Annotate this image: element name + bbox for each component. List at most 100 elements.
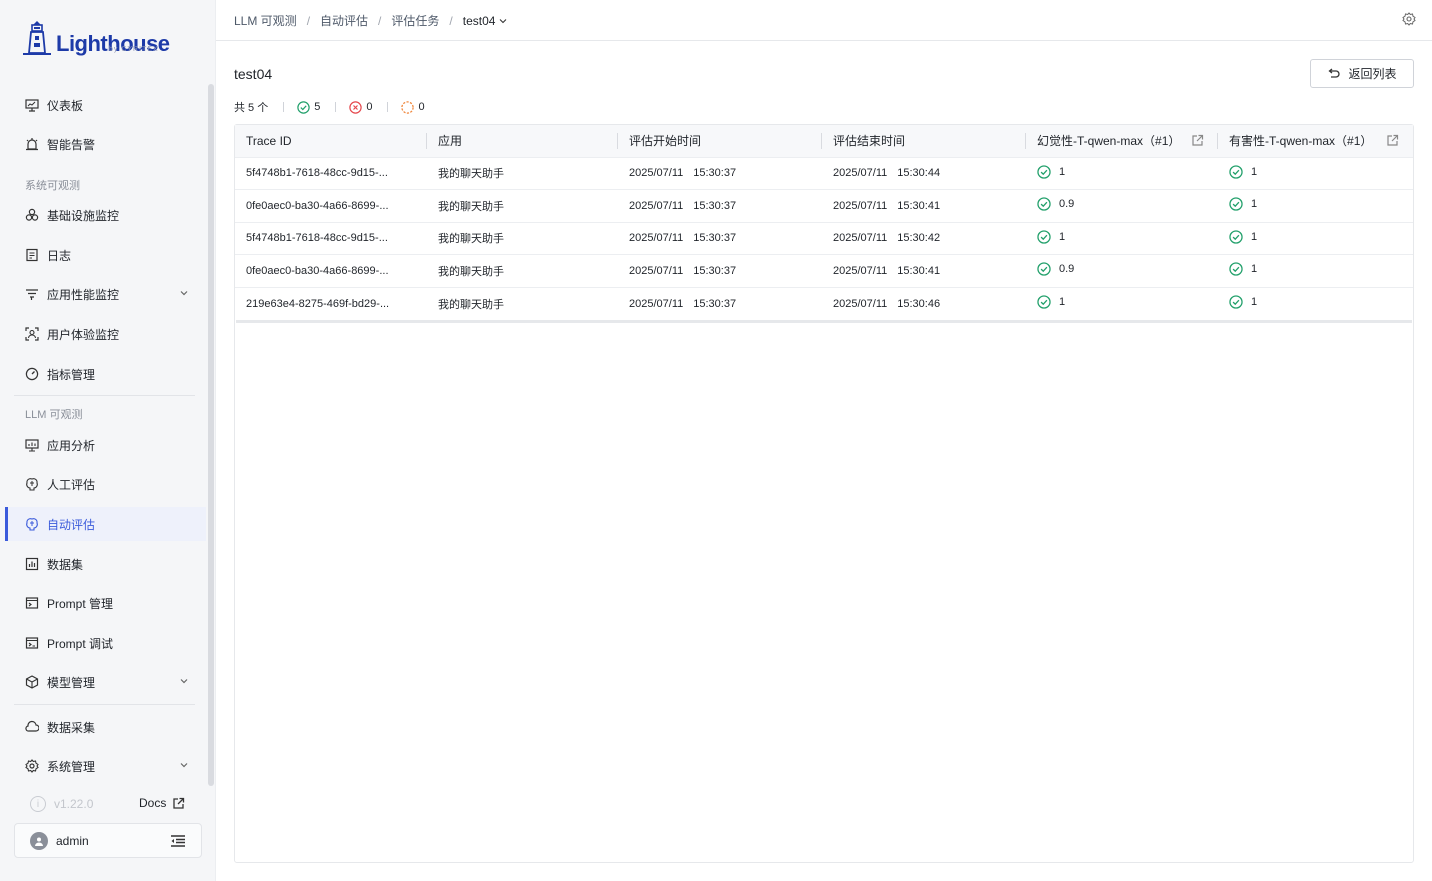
sidebar-item-prompt-debug[interactable]: Prompt 调试 bbox=[5, 626, 206, 660]
table-row[interactable]: 0fe0aec0-ba30-4a66-8699-... 我的聊天助手 2025/… bbox=[235, 254, 1413, 288]
sidebar-item-metrics[interactable]: 指标管理 bbox=[5, 357, 206, 391]
sidebar-item-data-collect[interactable]: 数据采集 bbox=[5, 710, 206, 744]
chevron-down-icon[interactable] bbox=[178, 675, 190, 687]
hallucination-score-cell[interactable]: 1 bbox=[1026, 287, 1218, 320]
sidebar-item-logs[interactable]: 日志 bbox=[5, 238, 206, 272]
gear-icon[interactable] bbox=[1402, 12, 1416, 26]
sidebar-item-infrastructure[interactable]: 基础设施监控 bbox=[5, 198, 206, 232]
pending-count-value: 0 bbox=[418, 101, 425, 113]
sidebar-scrollbar[interactable] bbox=[208, 84, 214, 786]
end-time-cell: 2025/07/11 15:30:41 bbox=[822, 255, 1026, 288]
table-row[interactable]: 5f4748b1-7618-48cc-9d15-... 我的聊天助手 2025/… bbox=[235, 157, 1413, 190]
table-row[interactable]: 0fe0aec0-ba30-4a66-8699-... 我的聊天助手 2025/… bbox=[235, 189, 1413, 223]
start-time-value: 15:30:37 bbox=[693, 297, 737, 310]
sidebar-item-label: 基础设施监控 bbox=[47, 208, 120, 223]
collect-icon bbox=[25, 720, 39, 734]
app-cell: 我的聊天助手 bbox=[427, 157, 618, 190]
app-value: 我的聊天助手 bbox=[438, 298, 504, 311]
s2-value: 1 bbox=[1251, 263, 1258, 276]
prompt-debug-icon bbox=[25, 636, 39, 650]
breadcrumb-item[interactable]: LLM 可观测 bbox=[234, 12, 297, 29]
brain-icon bbox=[25, 477, 39, 491]
column-header-hallucination: 幻觉性-T-qwen-max（#1） bbox=[1026, 125, 1218, 157]
sidebar-item-rum[interactable]: 用户体验监控 bbox=[5, 317, 206, 351]
harmfulness-score-cell[interactable]: 1 bbox=[1218, 157, 1413, 190]
logo[interactable]: Lighthouse by CYRITEX bbox=[22, 20, 170, 56]
sidebar-item-dataset[interactable]: 数据集 bbox=[5, 547, 206, 581]
app-cell: 我的聊天助手 bbox=[427, 287, 618, 320]
top-bar: LLM 可观测 / 自动评估 / 评估任务 / test04 bbox=[216, 0, 1432, 41]
back-to-list-button[interactable]: 返回列表 bbox=[1310, 59, 1414, 88]
start-time-value: 15:30:37 bbox=[693, 232, 737, 245]
hallucination-score-cell[interactable]: 1 bbox=[1026, 157, 1218, 190]
start-time-cell: 2025/07/11 15:30:37 bbox=[618, 255, 822, 288]
end-time-value: 15:30:44 bbox=[897, 167, 941, 180]
harmfulness-score-cell[interactable]: 1 bbox=[1218, 255, 1413, 288]
table-footer-line bbox=[236, 319, 1412, 323]
sidebar-item-manual-eval[interactable]: 人工评估 bbox=[5, 467, 206, 501]
trace-id-cell[interactable]: 5f4748b1-7618-48cc-9d15-... bbox=[235, 222, 427, 255]
harmfulness-score-cell[interactable]: 1 bbox=[1218, 287, 1413, 320]
s2-value: 1 bbox=[1251, 198, 1258, 211]
log-icon bbox=[25, 248, 39, 262]
sidebar-item-label: 自动评估 bbox=[47, 517, 96, 532]
start-date-value: 2025/07/11 bbox=[629, 199, 684, 212]
check-circle-icon bbox=[297, 100, 310, 114]
docs-label: Docs bbox=[139, 796, 167, 810]
trace-id-cell[interactable]: 0fe0aec0-ba30-4a66-8699-... bbox=[235, 255, 427, 288]
user-menu[interactable]: admin bbox=[14, 823, 202, 858]
summary-bar: 共 5 个 5 0 0 bbox=[234, 99, 425, 115]
divider bbox=[387, 102, 389, 112]
sidebar-item-app-analysis[interactable]: 应用分析 bbox=[5, 428, 206, 462]
trace-value: 0fe0aec0-ba30-4a66-8699-... bbox=[246, 199, 389, 212]
sidebar-item-label: 应用分析 bbox=[47, 438, 96, 453]
sidebar-item-label: Prompt 管理 bbox=[47, 596, 114, 611]
sidebar-item-apm[interactable]: 应用性能监控 bbox=[5, 277, 206, 311]
hallucination-score-cell[interactable]: 1 bbox=[1026, 222, 1218, 255]
docs-link[interactable]: Docs bbox=[139, 796, 185, 810]
column-header-end-time: 评估结束时间 bbox=[822, 125, 1026, 157]
user-scan-icon bbox=[25, 327, 39, 341]
sidebar-item-model-manage[interactable]: 模型管理 bbox=[5, 665, 206, 699]
cluster-icon bbox=[25, 208, 39, 222]
external-link-icon[interactable] bbox=[1386, 134, 1399, 147]
alarm-icon bbox=[25, 137, 39, 151]
hallucination-score-cell[interactable]: 0.9 bbox=[1026, 190, 1218, 223]
chevron-down-icon[interactable] bbox=[178, 287, 190, 299]
end-date-value: 2025/07/11 bbox=[833, 232, 888, 245]
breadcrumb-item[interactable]: 自动评估 bbox=[320, 12, 368, 29]
brand-sub: by CYRITEX bbox=[109, 46, 159, 53]
table-row[interactable]: 219e63e4-8275-469f-bd29-... 我的聊天助手 2025/… bbox=[235, 287, 1413, 320]
info-icon: i bbox=[30, 796, 46, 812]
trace-id-cell[interactable]: 5f4748b1-7618-48cc-9d15-... bbox=[235, 157, 427, 190]
divider bbox=[335, 102, 337, 112]
sidebar-item-dashboard[interactable]: 仪表板 bbox=[5, 88, 206, 122]
hallucination-score-cell[interactable]: 0.9 bbox=[1026, 255, 1218, 288]
monitor-chart-icon bbox=[25, 438, 39, 452]
table-header-row: Trace ID 应用 评估开始时间 评估结束时间 幻觉性-T-qwen-max… bbox=[235, 125, 1413, 157]
settings-icon bbox=[25, 759, 39, 773]
brain-auto-icon bbox=[25, 517, 39, 531]
column-header-trace-id: Trace ID bbox=[235, 125, 427, 157]
sidebar-item-prompt-manage[interactable]: Prompt 管理 bbox=[5, 586, 206, 620]
sidebar: Lighthouse by CYRITEX 仪表板 智能告警 系统可观测 基础设… bbox=[0, 0, 216, 881]
sidebar-item-system-manage[interactable]: 系统管理 bbox=[5, 749, 206, 783]
external-link-icon[interactable] bbox=[1191, 134, 1204, 147]
harmfulness-score-cell[interactable]: 1 bbox=[1218, 190, 1413, 223]
trace-id-cell[interactable]: 219e63e4-8275-469f-bd29-... bbox=[235, 287, 427, 320]
sidebar-item-alerts[interactable]: 智能告警 bbox=[5, 127, 206, 161]
trace-id-cell[interactable]: 0fe0aec0-ba30-4a66-8699-... bbox=[235, 190, 427, 223]
sidebar-item-label: 日志 bbox=[47, 248, 72, 263]
breadcrumb-item[interactable]: 评估任务 bbox=[391, 12, 439, 29]
chevron-down-icon[interactable] bbox=[178, 759, 190, 771]
collapse-sidebar-icon[interactable] bbox=[170, 834, 186, 848]
dataset-icon bbox=[25, 557, 39, 571]
breadcrumb-current[interactable]: test04 bbox=[463, 14, 509, 28]
back-to-list-label: 返回列表 bbox=[1348, 67, 1397, 81]
column-header-harmfulness: 有害性-T-qwen-max（#1） bbox=[1218, 125, 1413, 157]
s1-value: 1 bbox=[1059, 296, 1066, 308]
sidebar-item-auto-eval[interactable]: 自动评估 bbox=[5, 507, 206, 541]
table-row[interactable]: 5f4748b1-7618-48cc-9d15-... 我的聊天助手 2025/… bbox=[235, 222, 1413, 255]
app-cell: 我的聊天助手 bbox=[427, 222, 618, 255]
harmfulness-score-cell[interactable]: 1 bbox=[1218, 222, 1413, 255]
